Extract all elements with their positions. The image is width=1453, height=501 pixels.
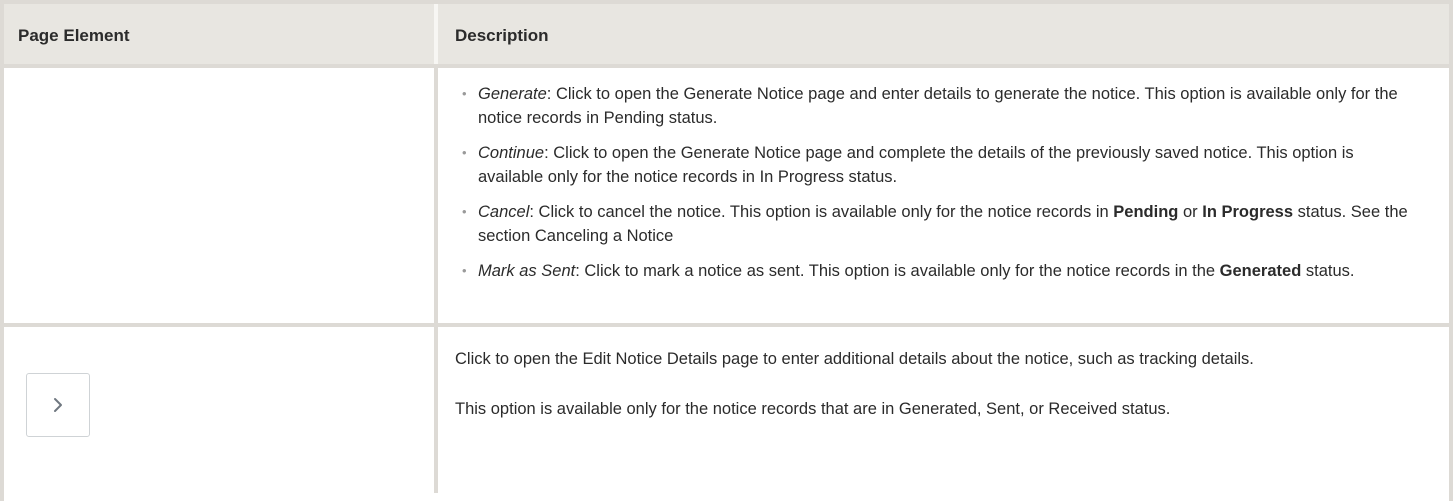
list-item-generate: • Generate: Click to open the Generate N… <box>462 82 1409 130</box>
description-header: Description <box>455 26 549 45</box>
bullet: • <box>462 204 467 219</box>
page-element-header: Page Element <box>18 26 130 45</box>
options-list: • Generate: Click to open the Generate N… <box>438 68 1449 283</box>
option-name: Generate <box>478 85 547 103</box>
option-text: : Click to open the Generate Notice page… <box>478 85 1398 127</box>
status-generated: Generated <box>1219 262 1302 280</box>
description-cell: Click to open the Edit Notice Details pa… <box>438 327 1449 493</box>
description-paragraph: Click to open the Edit Notice Details pa… <box>455 350 1254 368</box>
table-row: Click to open the Edit Notice Details pa… <box>4 327 1449 493</box>
description-text: Click to open the Edit Notice Details pa… <box>438 327 1449 421</box>
description-header-cell: Description <box>438 4 1449 64</box>
option-name: Continue <box>478 144 545 162</box>
list-item-cancel: • Cancel: Click to cancel the notice. Th… <box>462 200 1409 248</box>
page-element-header-cell: Page Element <box>4 4 438 64</box>
description-paragraph: This option is available only for the no… <box>455 400 1171 418</box>
option-text: : Click to mark a notice as sent. This o… <box>575 262 1220 280</box>
bullet: • <box>462 263 467 278</box>
status-pending: Pending <box>1113 203 1179 221</box>
table-row: • Generate: Click to open the Generate N… <box>4 68 1449 327</box>
description-cell: • Generate: Click to open the Generate N… <box>438 68 1449 323</box>
option-text: : Click to open the Generate Notice page… <box>478 144 1354 186</box>
page-element-cell <box>4 68 438 323</box>
status-in-progress: In Progress <box>1202 203 1294 221</box>
expand-details-button[interactable] <box>26 373 90 437</box>
list-item-mark-as-sent: • Mark as Sent: Click to mark a notice a… <box>462 259 1409 283</box>
list-item-continue: • Continue: Click to open the Generate N… <box>462 141 1409 189</box>
option-name: Mark as Sent <box>478 262 576 280</box>
chevron-right-icon <box>54 398 62 412</box>
table-header-row: Page Element Description <box>4 4 1449 68</box>
option-text: status. <box>1301 262 1355 280</box>
bullet: • <box>462 145 467 160</box>
bullet: • <box>462 86 467 101</box>
option-text: or <box>1178 203 1203 221</box>
option-text: : Click to cancel the notice. This optio… <box>529 203 1114 221</box>
option-name: Cancel <box>478 203 530 221</box>
page-element-table: Page Element Description • Generate: Cli… <box>0 0 1453 501</box>
